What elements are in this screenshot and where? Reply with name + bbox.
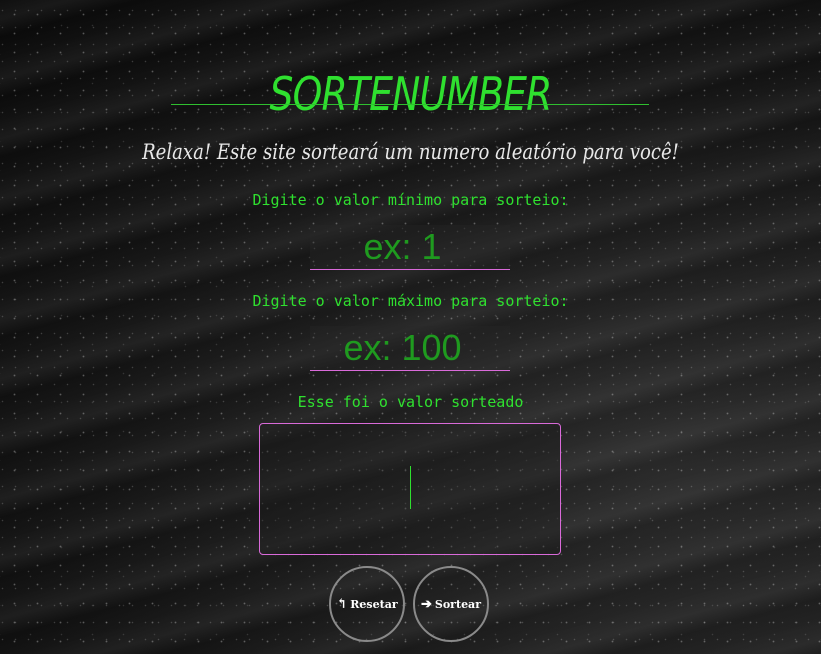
reset-button[interactable]: ↰ Resetar xyxy=(329,566,405,642)
max-value-label: Digite o valor máximo para sorteio: xyxy=(252,292,569,310)
result-display[interactable] xyxy=(259,423,561,555)
min-value-input[interactable] xyxy=(310,225,510,270)
min-value-label: Digite o valor mínimo para sorteio: xyxy=(252,191,569,209)
max-value-input[interactable] xyxy=(310,326,510,371)
page-title: SORTENUMBER xyxy=(269,66,552,121)
reset-button-label: Resetar xyxy=(350,597,398,611)
right-arrow-icon: ➔ xyxy=(421,596,432,612)
result-label: Esse foi o valor sorteado xyxy=(297,393,524,411)
page-subtitle: Relaxa! Este site sorteará um numero ale… xyxy=(142,140,679,164)
text-cursor xyxy=(410,466,411,509)
title-divider xyxy=(171,104,649,105)
undo-arrow-icon: ↰ xyxy=(336,596,348,612)
draw-button[interactable]: ➔ Sortear xyxy=(413,566,489,642)
draw-button-label: Sortear xyxy=(434,597,481,611)
